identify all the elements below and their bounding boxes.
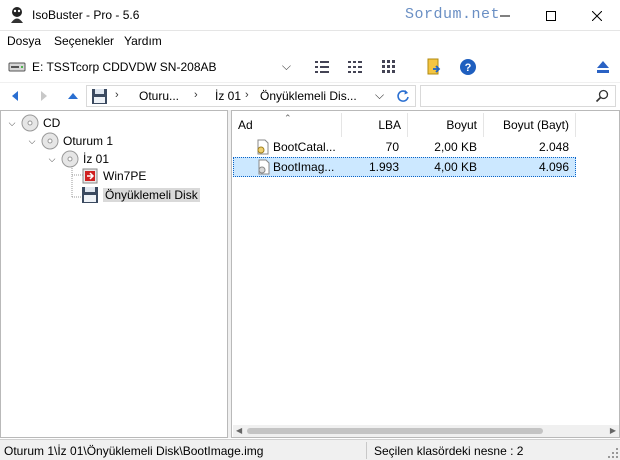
cd-icon — [21, 114, 39, 132]
maximize-button[interactable] — [528, 0, 574, 31]
svg-text:?: ? — [465, 62, 472, 74]
grid-view-icon[interactable] — [380, 58, 398, 76]
help-icon[interactable]: ? — [459, 58, 477, 76]
minimize-icon — [500, 15, 510, 16]
main-toolbar: E: TSSTcorp CDDVDW SN-208AB ⌵ ? — [0, 52, 620, 82]
navigation-bar: › Oturu... › İz 01 › Önyüklemeli Dis... … — [0, 82, 620, 108]
folder-tree[interactable]: ⌵ CD ⌵ Oturum 1 ⌵ İz 01 Win7PE Önyükleme… — [0, 110, 228, 438]
export-icon[interactable] — [425, 58, 443, 76]
tree-node-cd[interactable]: ⌵ CD — [7, 114, 60, 132]
list-item[interactable]: BootImag... 1.993 4,00 KB 4.096 — [233, 157, 576, 177]
file-name: BootCatal... — [273, 140, 336, 154]
column-label: Ad — [238, 118, 253, 132]
list-view-icon[interactable] — [313, 58, 331, 76]
main-split: ⌵ CD ⌵ Oturum 1 ⌵ İz 01 Win7PE Önyükleme… — [0, 110, 620, 438]
chevron-down-icon: ⌵ — [281, 59, 291, 73]
tree-node-win7pe[interactable]: Win7PE — [81, 167, 146, 185]
column-header-bytes[interactable]: Boyut (Bayt) — [484, 113, 576, 137]
column-header-name[interactable]: Ad ⌃ — [232, 113, 342, 137]
breadcrumb-separator: › — [194, 89, 198, 101]
chevron-down-icon[interactable]: ⌵ — [7, 118, 17, 128]
isobuster-app-icon — [11, 7, 23, 23]
title-bar: IsoBuster - Pro - 5.6 Sordum.net — [0, 0, 620, 31]
tree-node-session[interactable]: ⌵ Oturum 1 — [27, 132, 113, 150]
forward-arrow-icon[interactable] — [37, 89, 51, 103]
breadcrumb-item-session[interactable]: Oturu... — [139, 89, 179, 103]
tree-label: CD — [43, 116, 61, 130]
file-size: 4,00 KB — [434, 160, 477, 174]
breadcrumb-separator: › — [115, 89, 119, 101]
menu-secenekler[interactable]: Seçenekler — [54, 34, 114, 48]
horizontal-scrollbar[interactable]: ◀ ▶ — [233, 425, 619, 437]
file-lba: 1.993 — [368, 160, 399, 174]
iso-folder-icon — [82, 168, 98, 184]
window-title: IsoBuster - Pro - 5.6 — [32, 8, 140, 22]
breadcrumb[interactable]: › Oturu... › İz 01 › Önyüklemeli Dis... … — [86, 85, 416, 107]
status-object-count: Seçilen klasördeki nesne : 2 — [374, 444, 524, 458]
file-bytes: 2.048 — [538, 140, 569, 154]
column-label: Boyut — [446, 118, 477, 132]
breadcrumb-item-bootdisk[interactable]: Önyüklemeli Dis... — [260, 89, 357, 103]
image-file-icon — [258, 159, 270, 175]
tree-label: İz 01 — [83, 152, 110, 166]
close-icon — [592, 10, 602, 21]
status-divider — [366, 442, 367, 459]
file-bytes: 4.096 — [538, 160, 569, 174]
scrollbar-thumb[interactable] — [247, 428, 543, 434]
session-icon — [41, 132, 59, 150]
breadcrumb-item-track[interactable]: İz 01 — [215, 89, 241, 103]
chevron-down-icon[interactable]: ⌵ — [47, 154, 57, 164]
drive-select[interactable]: E: TSSTcorp CDDVDW SN-208AB ⌵ — [4, 56, 296, 78]
close-button[interactable] — [574, 0, 620, 31]
file-size: 2,00 KB — [434, 140, 477, 154]
tree-label: Oturum 1 — [63, 134, 114, 148]
chevron-down-icon[interactable]: ⌵ — [375, 88, 384, 103]
status-path: Oturum 1\İz 01\Önyüklemeli Disk\BootImag… — [4, 444, 264, 458]
list-item[interactable]: BootCatal... 70 2,00 KB 2.048 — [233, 137, 576, 157]
refresh-icon[interactable] — [396, 89, 410, 103]
scroll-left-icon[interactable]: ◀ — [236, 426, 242, 435]
tree-label: Win7PE — [103, 169, 147, 183]
back-arrow-icon[interactable] — [8, 89, 22, 103]
search-icon[interactable] — [595, 89, 609, 103]
column-label: LBA — [378, 118, 401, 132]
column-label: Boyut (Bayt) — [502, 118, 569, 132]
minimize-button[interactable] — [482, 0, 528, 31]
tree-label: Önyüklemeli Disk — [103, 188, 200, 202]
menu-yardim[interactable]: Yardım — [124, 34, 162, 48]
catalog-file-icon — [257, 139, 269, 155]
tree-node-bootdisk[interactable]: Önyüklemeli Disk — [81, 186, 200, 204]
scroll-right-icon[interactable]: ▶ — [610, 426, 616, 435]
file-lba: 70 — [385, 140, 399, 154]
bootable-disk-icon — [82, 187, 98, 203]
drive-label: E: TSSTcorp CDDVDW SN-208AB — [32, 60, 217, 74]
optical-drive-icon — [8, 62, 26, 72]
floppy-disk-icon — [92, 89, 107, 104]
detail-view-icon[interactable] — [346, 58, 364, 76]
status-bar: Oturum 1\İz 01\Önyüklemeli Disk\BootImag… — [0, 439, 620, 460]
column-header-lba[interactable]: LBA — [342, 113, 408, 137]
file-name: BootImag... — [273, 160, 335, 174]
column-header-size[interactable]: Boyut — [408, 113, 484, 137]
up-arrow-icon[interactable] — [66, 89, 80, 103]
eject-icon[interactable] — [594, 58, 612, 76]
menu-bar: Dosya Seçenekler Yardım — [0, 31, 620, 51]
file-list[interactable]: Ad ⌃ LBA Boyut Boyut (Bayt) BootCatal...… — [231, 110, 620, 438]
breadcrumb-separator: › — [245, 89, 249, 101]
search-input[interactable] — [420, 85, 616, 107]
maximize-icon — [546, 10, 556, 21]
resize-grip-icon[interactable] — [608, 448, 618, 458]
sort-ascending-icon: ⌃ — [284, 113, 292, 123]
menu-dosya[interactable]: Dosya — [7, 34, 41, 48]
chevron-down-icon[interactable]: ⌵ — [27, 136, 37, 146]
